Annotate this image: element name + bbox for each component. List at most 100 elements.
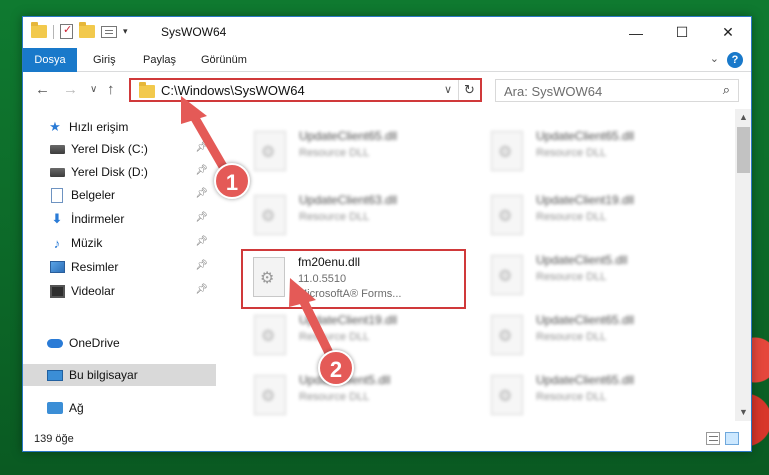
file-description: Resource DLL: [299, 391, 370, 403]
new-folder-icon[interactable]: [79, 22, 95, 38]
tab-home[interactable]: Giriş: [81, 48, 128, 72]
file-item[interactable]: UpdateClient19.dll Resource DLL: [244, 309, 469, 369]
sidebar-item-network[interactable]: Ağ: [23, 397, 216, 419]
minimize-button[interactable]: —: [613, 17, 659, 48]
tab-view[interactable]: Görünüm: [189, 48, 259, 72]
music-icon: ♪: [53, 235, 61, 251]
navigation-pane: ★ Hızlı erişim Yerel Disk (C:) 📌︎ Yerel …: [23, 109, 216, 421]
sidebar-item-documents[interactable]: Belgeler 📌︎: [23, 184, 216, 206]
address-path[interactable]: C:\Windows\SysWOW64: [161, 83, 305, 98]
search-placeholder[interactable]: Ara: SysWOW64: [504, 84, 602, 99]
expand-ribbon-chevron-icon[interactable]: ⌄: [710, 52, 719, 65]
file-description: MicrosoftA® Forms...: [298, 288, 402, 300]
vertical-scrollbar[interactable]: ▲ ▼: [735, 109, 751, 421]
folder-icon: [139, 82, 155, 98]
file-version: 11.0.5510: [298, 273, 347, 285]
dll-file-icon: [253, 257, 285, 297]
file-item[interactable]: UpdateClient5.dll Resource DLL: [481, 249, 706, 309]
file-item[interactable]: UpdateClient65.dll Resource DLL: [481, 309, 706, 369]
sidebar-item-videos[interactable]: Videolar 📌︎: [23, 280, 216, 302]
status-bar: 139 öğe: [23, 428, 751, 451]
sidebar-item-pictures[interactable]: Resimler 📌︎: [23, 256, 216, 278]
sidebar-item-this-pc[interactable]: Bu bilgisayar: [23, 364, 216, 386]
address-bar[interactable]: C:\Windows\SysWOW64 ∨ ↻: [129, 78, 482, 102]
customize-toolbar-chevron-icon[interactable]: ▾: [123, 26, 128, 37]
file-description: Resource DLL: [299, 211, 370, 223]
file-name: UpdateClient65.dll: [299, 129, 398, 143]
sidebar-item-label: Yerel Disk (D:): [71, 165, 148, 179]
item-count: 139 öğe: [34, 433, 74, 445]
sidebar-item-music[interactable]: ♪ Müzik 📌︎: [23, 232, 216, 254]
close-button[interactable]: ✕: [705, 17, 751, 48]
file-name: UpdateClient19.dll: [299, 313, 398, 327]
dll-file-icon: [491, 315, 523, 355]
file-item[interactable]: UpdateClient63.dll Resource DLL: [244, 189, 469, 249]
disk-icon: [49, 144, 65, 154]
file-description: Resource DLL: [299, 331, 370, 343]
help-icon[interactable]: ?: [727, 52, 743, 68]
sidebar-item-onedrive[interactable]: OneDrive: [23, 332, 216, 354]
scroll-thumb[interactable]: [737, 127, 750, 173]
file-name: fm20enu.dll: [298, 255, 361, 269]
file-description: Resource DLL: [536, 147, 607, 159]
sidebar-item-label: Ağ: [69, 401, 84, 415]
up-button[interactable]: ↑: [107, 81, 115, 98]
tab-share[interactable]: Paylaş: [131, 48, 188, 72]
file-item[interactable]: UpdateClient19.dll Resource DLL: [481, 189, 706, 249]
address-dropdown-icon[interactable]: ∨: [444, 83, 452, 96]
pin-icon: 📌︎: [195, 236, 208, 247]
pictures-icon: [49, 261, 65, 273]
sidebar-item-label: Resimler: [71, 260, 119, 274]
properties-icon[interactable]: [60, 23, 73, 39]
file-description: Resource DLL: [536, 271, 607, 283]
sidebar-item-quick-access[interactable]: ★ Hızlı erişim: [23, 116, 216, 138]
file-item[interactable]: UpdateClient65.dll Resource DLL: [481, 369, 706, 421]
dll-file-icon: [491, 255, 523, 295]
tiles-view-icon[interactable]: [725, 432, 739, 445]
window-title: SysWOW64: [161, 25, 227, 39]
file-name: UpdateClient5.dll: [536, 253, 628, 267]
toolbar-divider: [53, 24, 54, 39]
file-item[interactable]: UpdateClient65.dll Resource DLL: [481, 125, 706, 185]
sidebar-item-label: OneDrive: [69, 336, 120, 350]
network-icon: [47, 402, 63, 414]
this-pc-icon: [47, 369, 63, 381]
refresh-button[interactable]: ↻: [458, 80, 480, 100]
details-view-icon[interactable]: [706, 432, 720, 445]
scroll-up-arrow-icon[interactable]: ▲: [735, 109, 751, 126]
sidebar-item-label: İndirmeler: [71, 212, 125, 226]
file-name: UpdateClient63.dll: [299, 193, 398, 207]
tab-file[interactable]: Dosya: [23, 48, 77, 72]
scroll-down-arrow-icon[interactable]: ▼: [735, 404, 751, 421]
disk-icon: [49, 167, 65, 177]
downloads-icon: ⬇: [51, 211, 63, 226]
recent-locations-button[interactable]: ∨: [90, 84, 97, 95]
step-marker-2: 2: [318, 350, 354, 386]
dll-file-icon: [254, 195, 286, 235]
dll-file-icon: [254, 131, 286, 171]
file-item-fm20enu[interactable]: fm20enu.dll 11.0.5510 MicrosoftA® Forms.…: [241, 249, 466, 309]
step-marker-1: 1: [214, 163, 250, 199]
file-name: UpdateClient65.dll: [536, 129, 635, 143]
pin-icon: 📌︎: [195, 260, 208, 271]
file-item[interactable]: UpdateClient5.dll Resource DLL: [244, 369, 469, 421]
sidebar-item-label: Hızlı erişim: [69, 120, 129, 134]
quick-access-toolbar: ▾: [31, 22, 128, 39]
search-icon[interactable]: ⌕: [723, 82, 730, 98]
documents-icon: [51, 187, 63, 203]
sidebar-item-label: Belgeler: [71, 188, 116, 202]
back-button[interactable]: ←: [35, 81, 50, 98]
sidebar-item-label: Videolar: [71, 284, 115, 298]
file-item[interactable]: UpdateClient65.dll Resource DLL: [244, 125, 469, 185]
file-name: UpdateClient65.dll: [536, 373, 635, 387]
search-box[interactable]: Ara: SysWOW64 ⌕: [495, 79, 739, 102]
sidebar-item-downloads[interactable]: ⬇ İndirmeler 📌︎: [23, 208, 216, 230]
dll-file-icon: [491, 131, 523, 171]
sidebar-item-label: Bu bilgisayar: [69, 368, 138, 382]
view-options-icon[interactable]: [101, 25, 117, 38]
maximize-button[interactable]: ☐: [659, 17, 705, 48]
file-description: Resource DLL: [536, 331, 607, 343]
sidebar-item-local-disk-c[interactable]: Yerel Disk (C:) 📌︎: [23, 138, 216, 160]
sidebar-item-local-disk-d[interactable]: Yerel Disk (D:) 📌︎: [23, 161, 216, 183]
forward-button[interactable]: →: [63, 81, 78, 98]
